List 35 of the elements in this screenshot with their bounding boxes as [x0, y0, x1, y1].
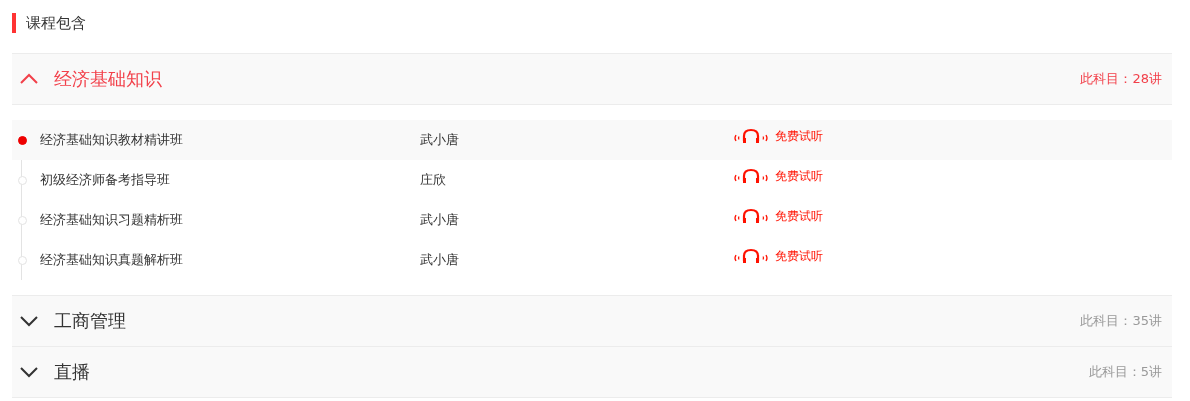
lesson-title: 经济基础知识教材精讲班 — [40, 131, 184, 149]
lesson-row[interactable]: 经济基础知识习题精析班 武小唐 免费试听 — [12, 200, 1172, 240]
lesson-title: 初级经济师备考指导班 — [40, 171, 171, 189]
chevron-down-icon[interactable] — [20, 366, 38, 378]
timeline-dot — [18, 135, 27, 145]
subject-header[interactable]: 直播 此科目：5讲 — [12, 347, 1172, 398]
section-title: 课程包含 — [26, 13, 86, 33]
headphones-icon — [733, 248, 769, 264]
free-trial-link[interactable]: 免费试听 — [733, 127, 823, 145]
accent-bar — [12, 13, 16, 33]
subject-header[interactable]: 经济基础知识 此科目：28讲 — [12, 53, 1172, 105]
teacher-name: 庄欣 — [420, 171, 447, 189]
lesson-title: 经济基础知识真题解析班 — [40, 251, 184, 269]
subject-header[interactable]: 工商管理 此科目：35讲 — [12, 295, 1172, 347]
lecture-count: 此科目：35讲 — [1080, 312, 1162, 330]
chevron-up-icon[interactable] — [20, 73, 38, 85]
lesson-title: 经济基础知识习题精析班 — [40, 211, 184, 229]
subject-name: 工商管理 — [54, 309, 127, 333]
headphones-icon — [733, 128, 769, 144]
lecture-count: 此科目：5讲 — [1088, 363, 1162, 381]
lecture-count: 此科目：28讲 — [1080, 70, 1162, 88]
teacher-name: 武小唐 — [420, 131, 460, 149]
lesson-row[interactable]: 初级经济师备考指导班 庄欣 免费试听 — [12, 160, 1172, 200]
headphones-icon — [733, 168, 769, 184]
teacher-name: 武小唐 — [420, 211, 460, 229]
headphones-icon — [733, 208, 769, 224]
chevron-down-icon[interactable] — [20, 315, 38, 327]
lesson-row[interactable]: 经济基础知识教材精讲班 武小唐 免费试听 — [12, 120, 1172, 160]
free-trial-link[interactable]: 免费试听 — [733, 207, 823, 225]
teacher-name: 武小唐 — [420, 251, 460, 269]
subject-name: 直播 — [54, 360, 91, 384]
free-trial-link[interactable]: 免费试听 — [733, 247, 823, 265]
subject-name: 经济基础知识 — [54, 67, 163, 91]
lesson-row[interactable]: 经济基础知识真题解析班 武小唐 免费试听 — [12, 240, 1172, 280]
free-trial-link[interactable]: 免费试听 — [733, 167, 823, 185]
